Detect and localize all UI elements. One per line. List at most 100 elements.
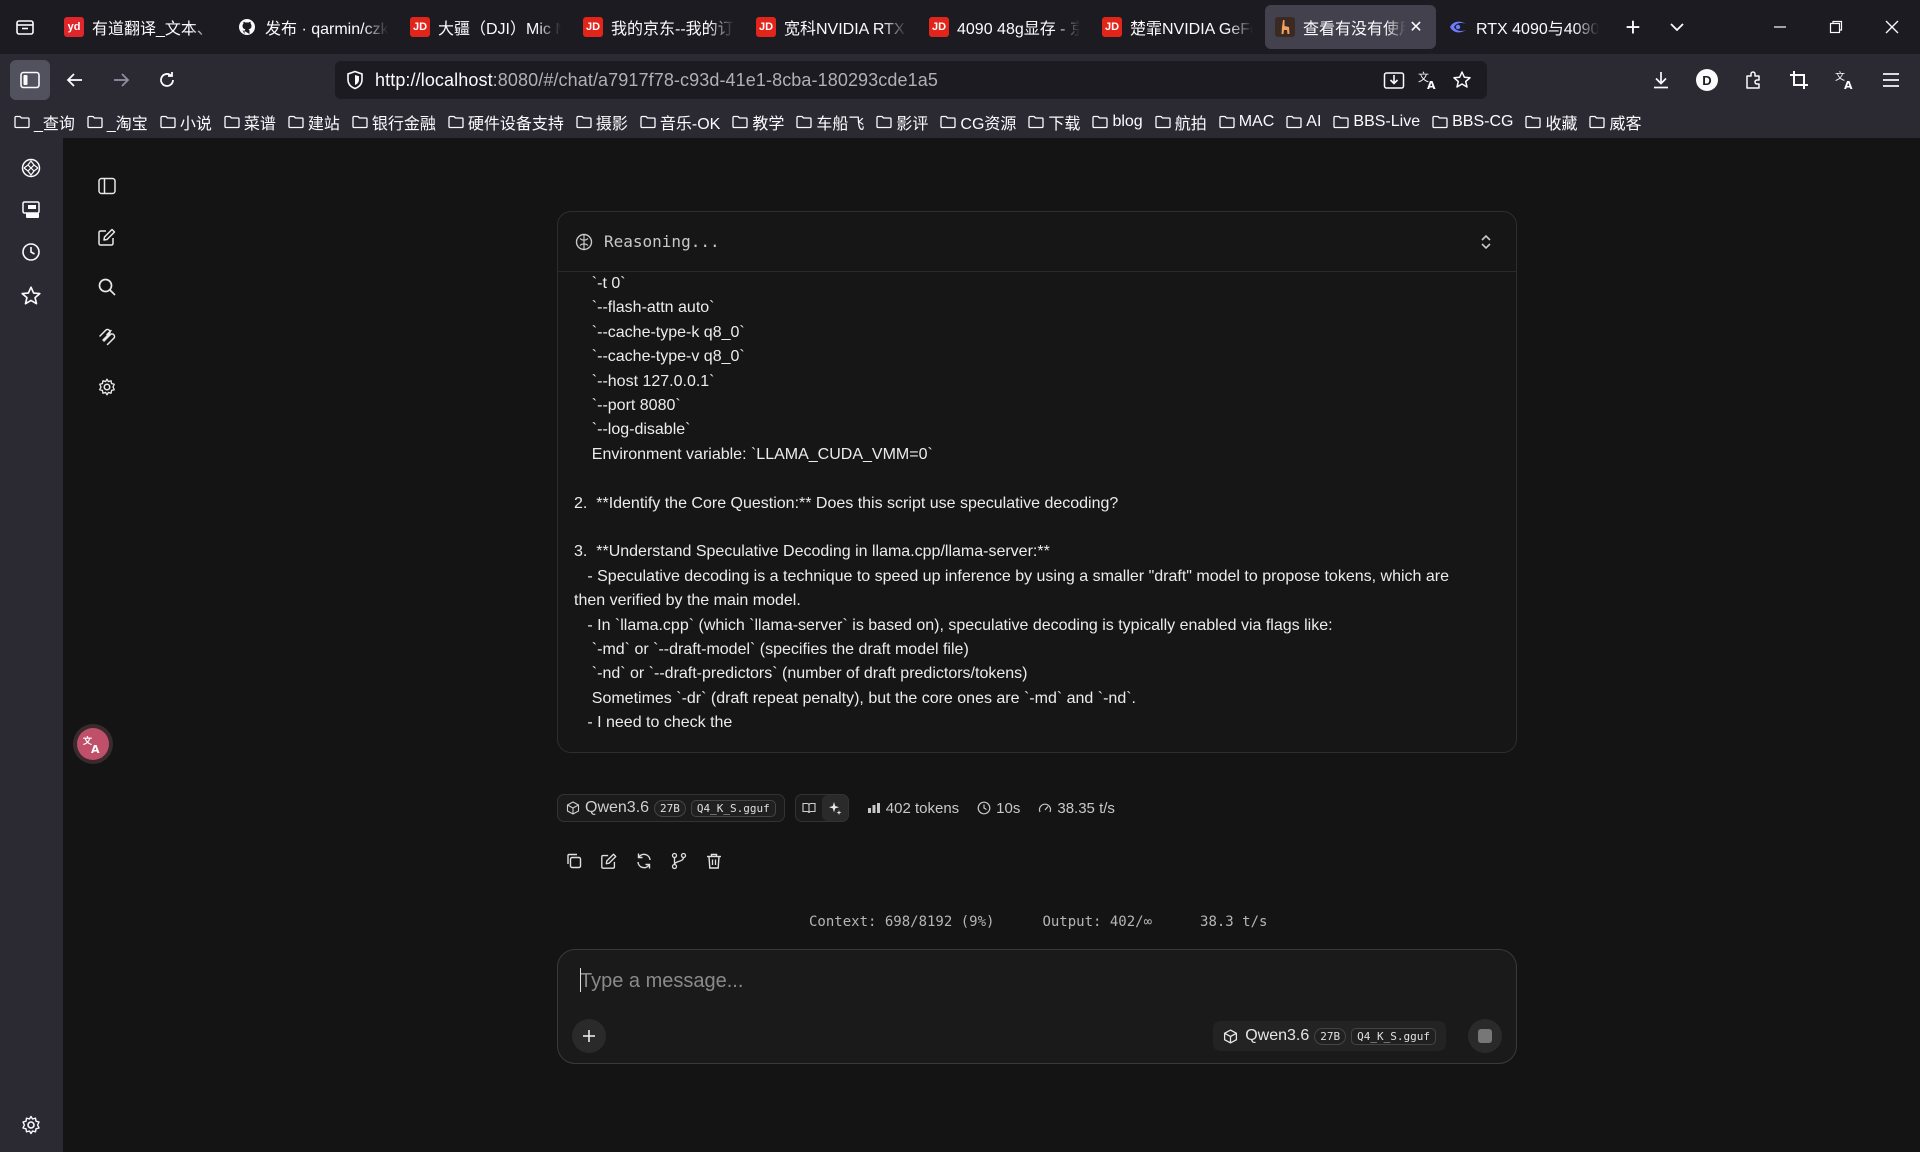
model-name: Qwen3.6 bbox=[585, 799, 650, 816]
bookmark-folder[interactable]: 教学 bbox=[732, 108, 784, 136]
folder-icon bbox=[448, 115, 464, 129]
bookmark-folder[interactable]: 音乐-OK bbox=[640, 108, 720, 136]
browser-tab[interactable]: yd 有道翻译_文本、文档 bbox=[54, 5, 225, 49]
bookmark-folder[interactable]: 下载 bbox=[1028, 108, 1080, 136]
stop-generation-button[interactable] bbox=[1468, 1019, 1502, 1053]
new-tab-button[interactable]: + bbox=[1611, 5, 1655, 49]
url-bar[interactable]: http://localhost:8080/#/chat/a7917f78-c9… bbox=[335, 61, 1487, 99]
tab-list-icon[interactable] bbox=[0, 0, 50, 54]
translate-extension-fab[interactable]: 文A bbox=[73, 724, 113, 764]
browser-tab[interactable]: RTX 4090与4090D bbox=[1438, 5, 1609, 49]
delete-icon[interactable] bbox=[701, 848, 727, 874]
url-path: :8080/#/chat/a7917f78-c93d-41e1-8cba-180… bbox=[492, 69, 938, 90]
regenerate-icon[interactable] bbox=[631, 848, 657, 874]
bookmark-folder[interactable]: blog bbox=[1092, 108, 1143, 136]
browser-tab[interactable]: JD 4090 48g显存 - 京东 bbox=[919, 5, 1090, 49]
bookmarks-star-icon[interactable] bbox=[17, 282, 45, 310]
add-attachment-button[interactable] bbox=[572, 1019, 606, 1053]
browser-tab[interactable]: JD 楚霏NVIDIA GeForce bbox=[1092, 5, 1263, 49]
bookmark-folder[interactable]: 航拍 bbox=[1155, 108, 1207, 136]
mcp-servers-icon[interactable] bbox=[94, 324, 120, 350]
bookmark-folder[interactable]: BBS-Live bbox=[1333, 108, 1420, 136]
bookmark-folder[interactable]: _淘宝 bbox=[87, 108, 148, 136]
minimize-button[interactable] bbox=[1752, 0, 1808, 54]
reasoning-header[interactable]: Reasoning... bbox=[558, 212, 1516, 272]
browser-tab[interactable]: 查看有没有使用推测✕ bbox=[1265, 5, 1436, 49]
bookmark-folder[interactable]: 菜谱 bbox=[224, 108, 276, 136]
reload-icon[interactable] bbox=[146, 59, 188, 101]
bookmark-folder[interactable]: 银行金融 bbox=[352, 108, 436, 136]
bookmark-folder[interactable]: 硬件设备支持 bbox=[448, 108, 564, 136]
close-window-button[interactable] bbox=[1864, 0, 1920, 54]
jd-favicon: JD bbox=[756, 17, 776, 37]
message-input[interactable] bbox=[580, 966, 1480, 996]
folder-icon bbox=[1155, 115, 1171, 129]
settings-icon[interactable] bbox=[94, 374, 120, 400]
model-badge[interactable]: Qwen3.6 27B Q4_K_S.gguf bbox=[557, 794, 785, 822]
install-app-icon[interactable] bbox=[1377, 63, 1411, 97]
downloads-icon[interactable] bbox=[1638, 59, 1684, 101]
browser-tab[interactable]: JD 宽科NVIDIA RTX 4090 bbox=[746, 5, 917, 49]
copy-icon[interactable] bbox=[561, 848, 587, 874]
synced-tabs-icon[interactable] bbox=[17, 196, 45, 224]
window-controls bbox=[1752, 0, 1920, 54]
menu-icon[interactable] bbox=[1868, 59, 1914, 101]
sparkle-icon[interactable] bbox=[821, 795, 848, 821]
chatbot-icon[interactable] bbox=[17, 154, 45, 182]
translate-extension-icon[interactable]: 文A bbox=[1822, 59, 1868, 101]
model-selector[interactable]: Qwen3.6 27B Q4_K_S.gguf bbox=[1213, 1021, 1446, 1051]
reading-mode-icon[interactable] bbox=[796, 795, 822, 821]
bookmark-folder[interactable]: CG资源 bbox=[940, 108, 1016, 136]
sidebar-settings-icon[interactable] bbox=[17, 1111, 45, 1139]
jd-favicon: JD bbox=[583, 17, 603, 37]
reasoning-line: `-nd` or `--draft-predictors` (number of… bbox=[574, 665, 1028, 683]
bookmark-folder[interactable]: 威客 bbox=[1589, 108, 1641, 136]
browser-tab[interactable]: 发布 · qarmin/czkawka bbox=[227, 5, 398, 49]
restore-button[interactable] bbox=[1808, 0, 1864, 54]
tracking-protection-shield-icon[interactable] bbox=[335, 70, 375, 90]
bookmark-folder[interactable]: 收藏 bbox=[1525, 108, 1577, 136]
sidebar-toggle-icon[interactable] bbox=[10, 60, 50, 100]
toggle-panel-icon[interactable] bbox=[94, 173, 120, 199]
bookmark-label: AI bbox=[1306, 113, 1322, 130]
search-icon[interactable] bbox=[94, 274, 120, 300]
bookmark-folder[interactable]: BBS-CG bbox=[1432, 108, 1513, 136]
bookmark-folder[interactable]: 车船飞 bbox=[796, 108, 864, 136]
bookmark-folder[interactable]: AI bbox=[1286, 108, 1321, 136]
nvidia-favicon bbox=[1448, 17, 1468, 37]
browser-tab[interactable]: JD 大疆（DJI）Mic Mini bbox=[400, 5, 571, 49]
translate-page-icon[interactable]: 文A bbox=[1411, 63, 1445, 97]
bookmark-label: 硬件设备支持 bbox=[467, 116, 564, 133]
new-chat-icon[interactable] bbox=[94, 224, 120, 250]
extensions-icon[interactable] bbox=[1730, 59, 1776, 101]
back-icon[interactable] bbox=[54, 59, 96, 101]
folder-icon bbox=[1525, 115, 1542, 129]
folder-icon bbox=[1589, 115, 1606, 129]
expand-collapse-icon[interactable] bbox=[1476, 232, 1496, 252]
bookmark-folder[interactable]: 建站 bbox=[288, 108, 340, 136]
tab-overflow-icon[interactable] bbox=[1655, 5, 1699, 49]
forward-icon[interactable] bbox=[100, 59, 142, 101]
branch-icon[interactable] bbox=[666, 848, 692, 874]
screenshot-crop-icon[interactable] bbox=[1776, 59, 1822, 101]
bookmark-folder[interactable]: MAC bbox=[1219, 108, 1274, 136]
avatar: D bbox=[1696, 69, 1718, 91]
bookmark-label: 银行金融 bbox=[371, 116, 436, 133]
account-icon[interactable]: D bbox=[1684, 59, 1730, 101]
svg-text:A: A bbox=[1844, 79, 1853, 91]
edit-icon[interactable] bbox=[596, 848, 622, 874]
bookmark-label: BBS-Live bbox=[1353, 113, 1421, 130]
bookmark-star-icon[interactable] bbox=[1445, 63, 1479, 97]
reasoning-line: `--log-disable` bbox=[574, 421, 691, 439]
folder-icon bbox=[1219, 115, 1235, 129]
close-tab-icon[interactable]: ✕ bbox=[1406, 17, 1426, 37]
bookmark-folder[interactable]: 小说 bbox=[160, 108, 212, 136]
url-text[interactable]: http://localhost:8080/#/chat/a7917f78-c9… bbox=[375, 70, 938, 91]
history-icon[interactable] bbox=[17, 238, 45, 266]
bookmark-folder[interactable]: 摄影 bbox=[576, 108, 628, 136]
bookmark-folder[interactable]: 影评 bbox=[876, 108, 928, 136]
bookmark-folder[interactable]: _查询 bbox=[14, 108, 75, 136]
tab-title: 发布 · qarmin/czkawka bbox=[265, 21, 388, 38]
browser-tab[interactable]: JD 我的京东--我的订单 bbox=[573, 5, 744, 49]
reasoning-line: then verified by the main model. bbox=[574, 592, 801, 610]
